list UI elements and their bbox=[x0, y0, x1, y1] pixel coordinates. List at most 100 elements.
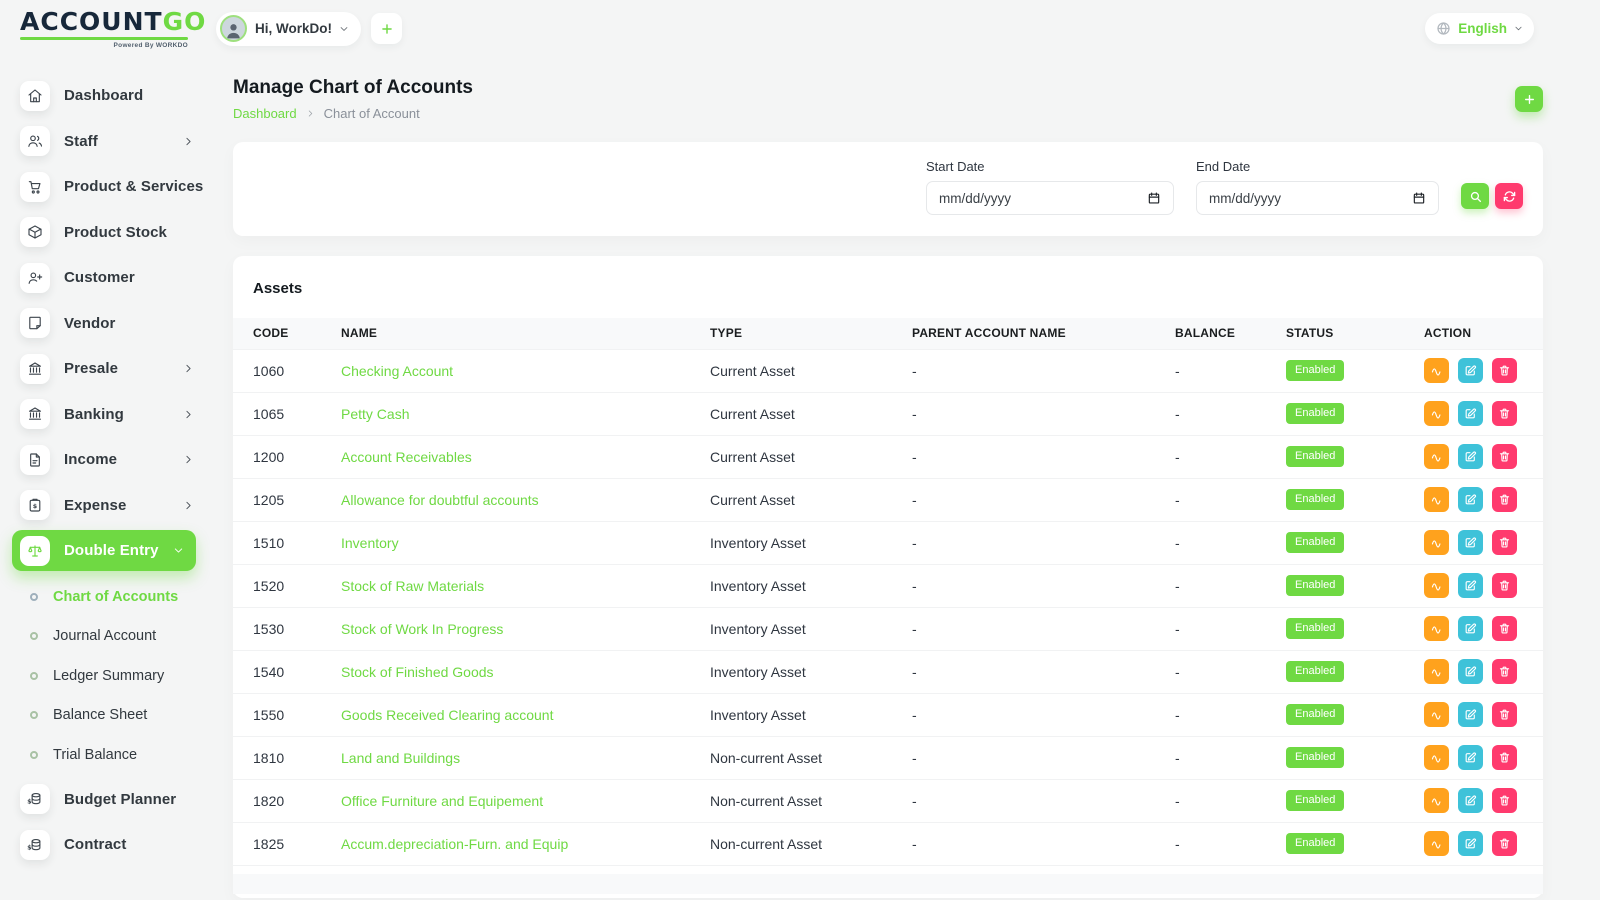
ledger-view-button[interactable] bbox=[1424, 401, 1449, 426]
account-name-link[interactable]: Accum.depreciation-Furn. and Equip bbox=[341, 836, 568, 852]
table-column-header: PARENT ACCOUNT NAME bbox=[912, 318, 1175, 349]
delete-button[interactable] bbox=[1492, 401, 1517, 426]
brand-logo[interactable]: ACCOUNTGO Powered By WORKDO bbox=[20, 9, 188, 49]
cell-parent-account: - bbox=[912, 435, 1175, 478]
sidebar-item[interactable]: Product & Services bbox=[0, 164, 210, 210]
page-header: Manage Chart of Accounts Dashboard Chart… bbox=[233, 77, 1543, 121]
table-row: 1825 Accum.depreciation-Furn. and Equip … bbox=[233, 822, 1543, 865]
sidebar-subitem[interactable]: Ledger Summary bbox=[0, 656, 210, 696]
account-name-link[interactable]: Petty Cash bbox=[341, 406, 409, 422]
account-name-link[interactable]: Land and Buildings bbox=[341, 750, 460, 766]
edit-button[interactable] bbox=[1458, 616, 1483, 641]
wave-icon bbox=[1430, 536, 1443, 549]
sidebar-subitem[interactable]: Journal Account bbox=[0, 617, 210, 657]
sidebar-subitem[interactable]: Chart of Accounts bbox=[0, 577, 210, 617]
ledger-view-button[interactable] bbox=[1424, 745, 1449, 770]
end-date-placeholder: mm/dd/yyyy bbox=[1209, 191, 1281, 206]
account-name-link[interactable]: Allowance for doubtful accounts bbox=[341, 492, 539, 508]
sidebar-item[interactable]: Budget Planner bbox=[0, 777, 210, 823]
reset-filter-button[interactable] bbox=[1495, 183, 1523, 209]
create-account-button[interactable] bbox=[1515, 86, 1543, 112]
sidebar-item[interactable]: Presale bbox=[0, 346, 210, 392]
sidebar-subitem-label: Journal Account bbox=[53, 628, 156, 644]
account-name-link[interactable]: Stock of Raw Materials bbox=[341, 578, 484, 594]
sidebar-item[interactable]: Contract bbox=[0, 822, 210, 868]
person-icon bbox=[224, 21, 243, 40]
sidebar-item[interactable]: Staff bbox=[0, 119, 210, 165]
edit-button[interactable] bbox=[1458, 573, 1483, 598]
edit-button[interactable] bbox=[1458, 444, 1483, 469]
edit-button[interactable] bbox=[1458, 702, 1483, 727]
language-selector[interactable]: English bbox=[1425, 13, 1534, 44]
user-menu[interactable]: Hi, WorkDo! bbox=[216, 12, 361, 46]
cell-type: Inventory Asset bbox=[710, 521, 912, 564]
calendar-icon[interactable] bbox=[1412, 191, 1426, 205]
account-name-link[interactable]: Inventory bbox=[341, 535, 399, 551]
start-date-input[interactable]: mm/dd/yyyy bbox=[926, 181, 1174, 215]
delete-button[interactable] bbox=[1492, 358, 1517, 383]
ledger-view-button[interactable] bbox=[1424, 444, 1449, 469]
user-greeting: Hi, WorkDo! bbox=[255, 21, 332, 36]
edit-button[interactable] bbox=[1458, 401, 1483, 426]
sidebar-item[interactable]: Banking bbox=[0, 392, 210, 438]
account-name-link[interactable]: Account Receivables bbox=[341, 449, 472, 465]
edit-button[interactable] bbox=[1458, 487, 1483, 512]
sidebar-item[interactable]: Customer bbox=[0, 255, 210, 301]
ledger-view-button[interactable] bbox=[1424, 702, 1449, 727]
delete-button[interactable] bbox=[1492, 444, 1517, 469]
edit-button[interactable] bbox=[1458, 659, 1483, 684]
ledger-view-button[interactable] bbox=[1424, 530, 1449, 555]
delete-button[interactable] bbox=[1492, 659, 1517, 684]
delete-button[interactable] bbox=[1492, 831, 1517, 856]
ledger-view-button[interactable] bbox=[1424, 788, 1449, 813]
sidebar-item[interactable]: Double Entry bbox=[12, 530, 196, 571]
end-date-input[interactable]: mm/dd/yyyy bbox=[1196, 181, 1439, 215]
edit-button[interactable] bbox=[1458, 358, 1483, 383]
ledger-view-button[interactable] bbox=[1424, 616, 1449, 641]
account-name-link[interactable]: Stock of Work In Progress bbox=[341, 621, 503, 637]
edit-button[interactable] bbox=[1458, 745, 1483, 770]
cell-balance: - bbox=[1175, 650, 1286, 693]
cell-type: Inventory Asset bbox=[710, 564, 912, 607]
delete-button[interactable] bbox=[1492, 573, 1517, 598]
ledger-view-button[interactable] bbox=[1424, 487, 1449, 512]
sidebar-item[interactable]: Product Stock bbox=[0, 210, 210, 256]
edit-button[interactable] bbox=[1458, 530, 1483, 555]
account-name-link[interactable]: Goods Received Clearing account bbox=[341, 707, 553, 723]
ledger-view-button[interactable] bbox=[1424, 358, 1449, 383]
account-name-link[interactable]: Stock of Finished Goods bbox=[341, 664, 494, 680]
edit-button[interactable] bbox=[1458, 788, 1483, 813]
refresh-icon bbox=[1503, 190, 1516, 203]
delete-button[interactable] bbox=[1492, 530, 1517, 555]
wave-icon bbox=[1430, 837, 1443, 850]
status-badge: Enabled bbox=[1286, 446, 1344, 467]
calendar-icon[interactable] bbox=[1147, 191, 1161, 205]
sidebar-item[interactable]: Dashboard bbox=[0, 73, 210, 119]
sidebar-subitem[interactable]: Balance Sheet bbox=[0, 696, 210, 736]
delete-button[interactable] bbox=[1492, 788, 1517, 813]
sidebar-item[interactable]: Expense bbox=[0, 483, 210, 529]
ledger-view-button[interactable] bbox=[1424, 831, 1449, 856]
table-row: 1200 Account Receivables Current Asset -… bbox=[233, 435, 1543, 478]
quick-add-button[interactable] bbox=[371, 13, 402, 44]
account-name-link[interactable]: Office Furniture and Equipement bbox=[341, 793, 543, 809]
ledger-view-button[interactable] bbox=[1424, 659, 1449, 684]
sidebar-item[interactable]: Income bbox=[0, 437, 210, 483]
edit-button[interactable] bbox=[1458, 831, 1483, 856]
sidebar-item[interactable]: Vendor bbox=[0, 301, 210, 347]
breadcrumb-dashboard-link[interactable]: Dashboard bbox=[233, 106, 297, 121]
top-bar: ACCOUNTGO Powered By WORKDO Hi, WorkDo! … bbox=[0, 0, 1600, 57]
delete-button[interactable] bbox=[1492, 745, 1517, 770]
sidebar-item-label: Double Entry bbox=[64, 542, 159, 559]
delete-button[interactable] bbox=[1492, 487, 1517, 512]
sidebar-item-label: Staff bbox=[64, 133, 98, 150]
plus-icon bbox=[1523, 93, 1536, 106]
delete-button[interactable] bbox=[1492, 616, 1517, 641]
apply-filter-button[interactable] bbox=[1461, 183, 1489, 209]
ledger-view-button[interactable] bbox=[1424, 573, 1449, 598]
sidebar-subitem[interactable]: Trial Balance bbox=[0, 735, 210, 775]
cell-code: 1510 bbox=[233, 521, 341, 564]
account-name-link[interactable]: Checking Account bbox=[341, 363, 453, 379]
trash-icon bbox=[1498, 665, 1511, 678]
delete-button[interactable] bbox=[1492, 702, 1517, 727]
